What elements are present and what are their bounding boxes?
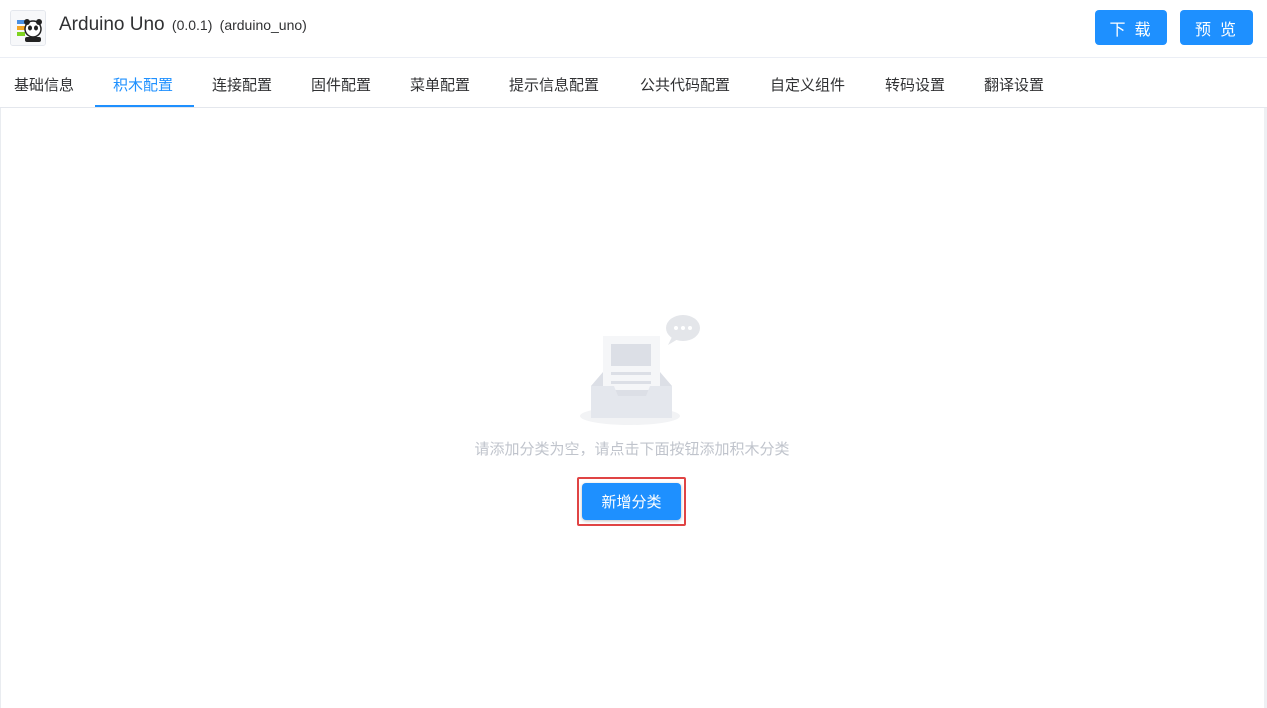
tab-common-code-config[interactable]: 公共代码配置 xyxy=(640,58,730,108)
tab-basic-info[interactable]: 基础信息 xyxy=(14,58,74,108)
tab-blocks-config[interactable]: 积木配置 xyxy=(113,58,173,108)
add-category-highlight: 新增分类 xyxy=(577,477,686,526)
active-tab-indicator xyxy=(95,105,194,107)
app-root: Arduino Uno (0.0.1) (arduino_uno) 下 载 预 … xyxy=(0,0,1267,708)
empty-state-text: 请添加分类为空，请点击下面按钮添加积木分类 xyxy=(474,440,790,458)
app-id: (arduino_uno) xyxy=(219,17,307,33)
page-title: Arduino Uno (0.0.1) (arduino_uno) xyxy=(59,14,307,36)
header-bar: Arduino Uno (0.0.1) (arduino_uno) 下 载 预 … xyxy=(0,0,1267,58)
tab-custom-components[interactable]: 自定义组件 xyxy=(770,58,845,108)
empty-inbox-icon xyxy=(578,312,702,428)
preview-button[interactable]: 预 览 xyxy=(1180,10,1253,45)
tab-menu-config[interactable]: 菜单配置 xyxy=(410,58,470,108)
panda-logo-icon xyxy=(10,10,46,46)
add-category-button[interactable]: 新增分类 xyxy=(582,483,681,520)
tab-firmware-config[interactable]: 固件配置 xyxy=(311,58,371,108)
app-name: Arduino Uno xyxy=(59,14,165,35)
tab-bar: 基础信息 积木配置 连接配置 固件配置 菜单配置 提示信息配置 公共代码配置 自… xyxy=(0,58,1267,108)
download-button[interactable]: 下 载 xyxy=(1095,10,1167,45)
tab-translation-settings[interactable]: 翻译设置 xyxy=(984,58,1044,108)
tab-transcode-settings[interactable]: 转码设置 xyxy=(885,58,945,108)
tab-connection-config[interactable]: 连接配置 xyxy=(212,58,272,108)
tab-tooltip-config[interactable]: 提示信息配置 xyxy=(509,58,599,108)
app-version: (0.0.1) xyxy=(171,17,213,33)
